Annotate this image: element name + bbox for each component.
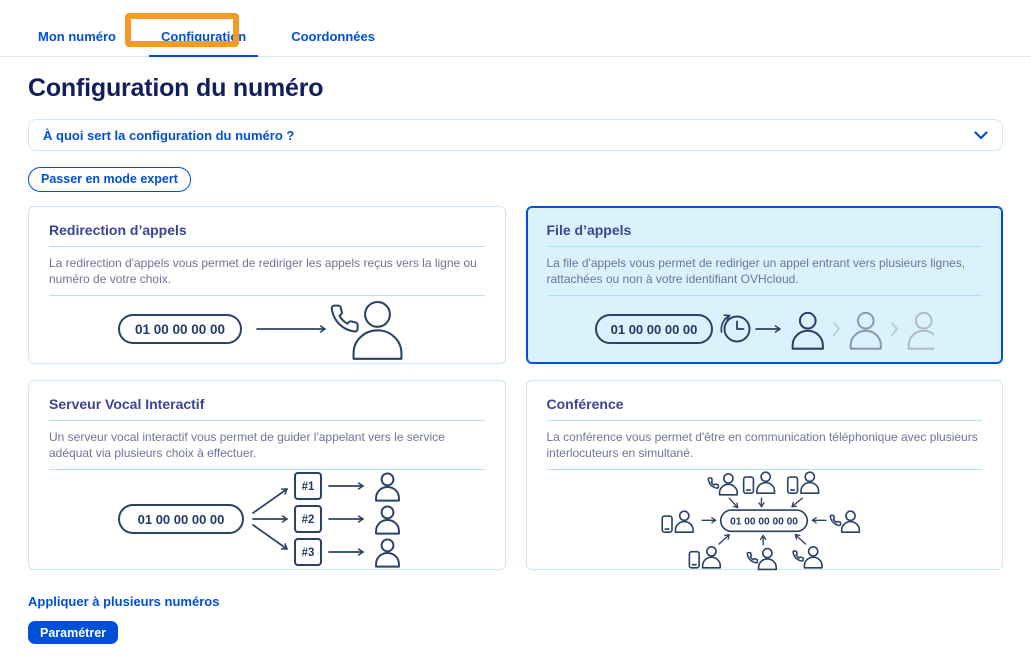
divider [49,246,485,247]
apply-multiple-numbers-link[interactable]: Appliquer à plusieurs numéros [28,594,219,609]
person-with-handset-icon [709,474,738,495]
divider [547,420,983,421]
person-with-handset-icon [793,547,822,568]
expert-mode-button[interactable]: Passer en mode expert [28,167,191,192]
arrow-icon [796,534,806,543]
page-title: Configuration du numéro [28,73,1003,103]
phone-number-text: 01 00 00 00 00 [730,516,798,527]
card-title: Conférence [547,396,983,412]
key-label: #1 [301,481,314,493]
card-conference[interactable]: Conférence La conférence vous permet d'ê… [526,380,1004,570]
card-title: Serveur Vocal Interactif [49,396,485,412]
arrow-icon [253,525,287,549]
accordion-label: À quoi sert la configuration du numéro ? [43,128,294,143]
person-icon [376,473,399,500]
redirection-illustration: 01 00 00 00 00 [49,304,485,353]
person-with-mobile-icon [744,472,775,493]
card-description: Un serveur vocal interactif vous permet … [49,429,485,461]
person-with-handset-icon [748,548,777,569]
person-icon-gray [851,313,881,349]
tab-mon-numero[interactable]: Mon numéro [26,29,128,56]
person-with-mobile-icon [662,511,693,532]
divider [547,246,983,247]
tab-coordonnees[interactable]: Coordonnées [279,29,387,56]
arrow-icon [719,534,729,543]
divider [49,420,485,421]
person-icon-light-gray [909,313,934,349]
key-label: #3 [301,547,314,559]
svi-illustration: 01 00 00 00 00 #1 #2 #3 [49,478,485,559]
card-redirection-appels[interactable]: Redirection d’appels La redirection d'ap… [28,206,506,364]
key-label: #2 [301,514,314,526]
person-icon [376,506,399,533]
person-icon [376,539,399,566]
person-icon [793,313,823,349]
phone-number-text: 01 00 00 00 00 [611,322,698,337]
card-description: La redirection d'appels vous permet de r… [49,255,485,287]
file-appels-illustration: 01 00 00 00 00 [547,304,983,353]
card-title: File d’appels [547,222,983,238]
tab-configuration[interactable]: Configuration [149,29,258,56]
chevron-right-icon [834,323,839,335]
person-icon [353,302,401,359]
help-accordion[interactable]: À quoi sert la configuration du numéro ? [28,119,1003,151]
configuration-cards: Redirection d’appels La redirection d'ap… [28,206,1003,570]
configure-button[interactable]: Paramétrer [28,621,118,644]
card-serveur-vocal-interactif[interactable]: Serveur Vocal Interactif Un serveur voca… [28,380,506,570]
person-with-mobile-icon [788,472,819,493]
person-with-handset-icon [831,511,860,532]
arrow-icon [253,489,287,513]
card-title: Redirection d’appels [49,222,485,238]
arrow-icon [729,498,737,507]
person-with-mobile-icon [690,547,721,568]
conference-illustration: 01 00 00 00 00 [547,478,983,559]
arrow-icon [792,498,802,506]
tab-bar: Mon numéro Configuration Coordonnées [0,0,1031,57]
chevron-right-icon [892,323,897,335]
card-description: La conférence vous permet d'être en comm… [547,429,983,461]
waiting-clock-icon [722,315,750,341]
divider [547,295,983,296]
phone-number-text: 01 00 00 00 00 [137,512,224,527]
handset-icon [331,305,357,331]
phone-number-text: 01 00 00 00 00 [135,322,225,337]
card-file-appels[interactable]: File d’appels La file d'appels vous perm… [526,206,1004,364]
card-description: La file d'appels vous permet de redirige… [547,255,983,287]
chevron-down-icon [974,131,988,140]
